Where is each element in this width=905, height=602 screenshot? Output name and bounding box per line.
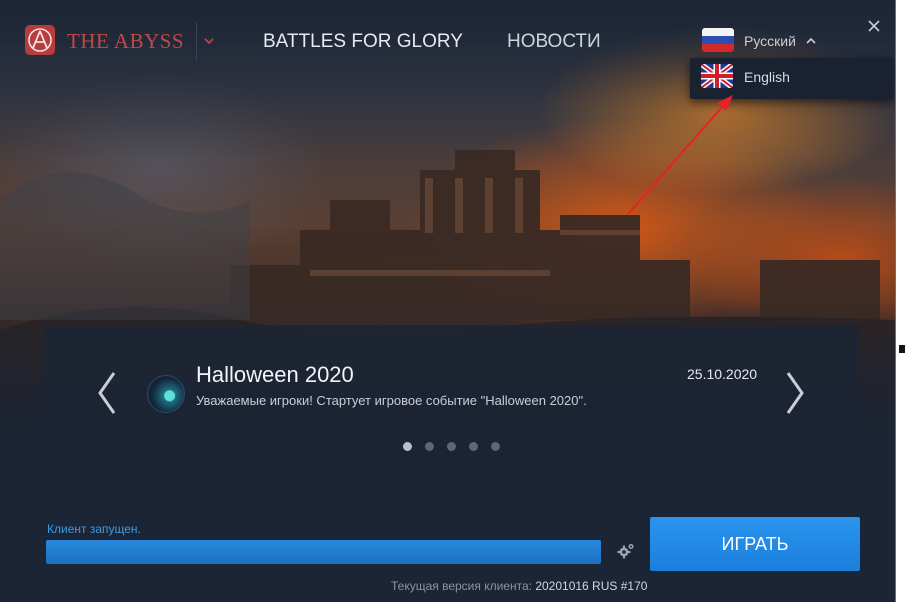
chevron-left-icon[interactable] <box>92 369 122 417</box>
language-option-english[interactable]: English <box>690 58 893 99</box>
news-title[interactable]: Halloween 2020 <box>196 362 354 388</box>
brand-name: THE ABYSS <box>67 29 185 53</box>
flag-russia-icon <box>702 28 734 52</box>
carousel-dot[interactable] <box>403 442 412 451</box>
desktop-edge <box>895 0 905 602</box>
nav-news[interactable]: НОВОСТИ <box>507 31 601 53</box>
desktop-edge-mark <box>899 345 905 353</box>
progress-bar <box>46 540 601 564</box>
chevron-down-icon[interactable] <box>202 34 216 48</box>
carousel-dot[interactable] <box>447 442 456 451</box>
gear-icon[interactable] <box>617 542 635 560</box>
chevron-right-icon[interactable] <box>780 369 810 417</box>
carousel-dot[interactable] <box>425 442 434 451</box>
client-version: Текущая версия клиента: 20201016 RUS #17… <box>391 579 647 593</box>
language-option-label: English <box>744 69 790 85</box>
carousel-dot[interactable] <box>491 442 500 451</box>
news-text: Уважаемые игроки! Стартует игровое событ… <box>196 393 587 408</box>
version-value: 20201016 RUS #170 <box>535 579 648 593</box>
brand-divider <box>196 22 197 60</box>
carousel-dot[interactable] <box>469 442 478 451</box>
language-current-label: Русский <box>744 33 796 49</box>
nav-battles-for-glory[interactable]: BATTLES FOR GLORY <box>263 31 463 53</box>
launcher-window: THE ABYSS BATTLES FOR GLORY НОВОСТИ Русс… <box>0 0 895 602</box>
news-panel: Halloween 2020 Уважаемые игроки! Стартуе… <box>44 325 860 481</box>
logo-icon[interactable] <box>24 24 56 56</box>
news-avatar <box>147 375 185 413</box>
client-status: Клиент запущен. <box>47 522 141 536</box>
chevron-up-icon <box>806 37 816 44</box>
news-date: 25.10.2020 <box>687 366 758 382</box>
flag-uk-icon <box>701 64 733 88</box>
close-icon[interactable] <box>866 18 882 34</box>
language-dropdown: English <box>690 58 893 99</box>
desktop-edge-line <box>895 0 896 602</box>
play-button[interactable]: ИГРАТЬ <box>650 517 860 571</box>
version-label: Текущая версия клиента: <box>391 579 532 593</box>
progress-fill <box>46 540 601 564</box>
